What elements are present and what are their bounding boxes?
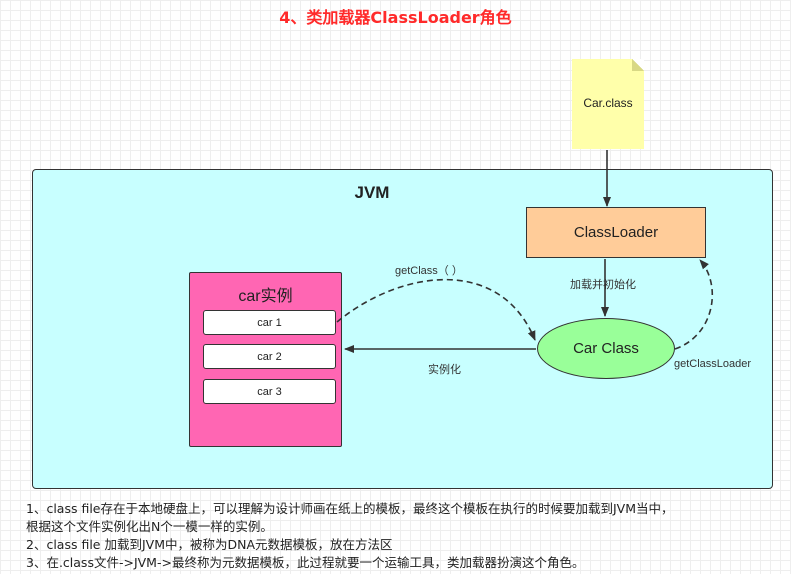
arrow-getclassloader-dashed [674,259,713,350]
note-line-1: 1、class file存在于本地硬盘上，可以理解为设计师画在纸上的模板，最终这… [26,501,674,516]
note-line-4: 3、在.class文件->JVM->最终称为元数据模板，此过程就要一个运输工具，… [26,555,585,570]
edge-label-get-class-loader: getClassLoader [674,358,752,370]
connector-layer [336,150,713,353]
note-line-3: 2、class file 加载到JVM中，被称为DNA元数据模板，放在方法区 [26,537,393,552]
arrow-getclass-dashed [336,278,536,341]
edge-label-instantiate: 实例化 [428,364,461,376]
notes-section: 1、class file存在于本地硬盘上，可以理解为设计师画在纸上的模板，最终这… [26,500,786,572]
edge-label-load-init: 加载并初始化 [570,279,636,291]
edge-label-get-class: getClass（ ） [395,265,463,277]
note-line-2: 根据这个文件实例化出N个一模一样的实例。 [26,519,273,534]
